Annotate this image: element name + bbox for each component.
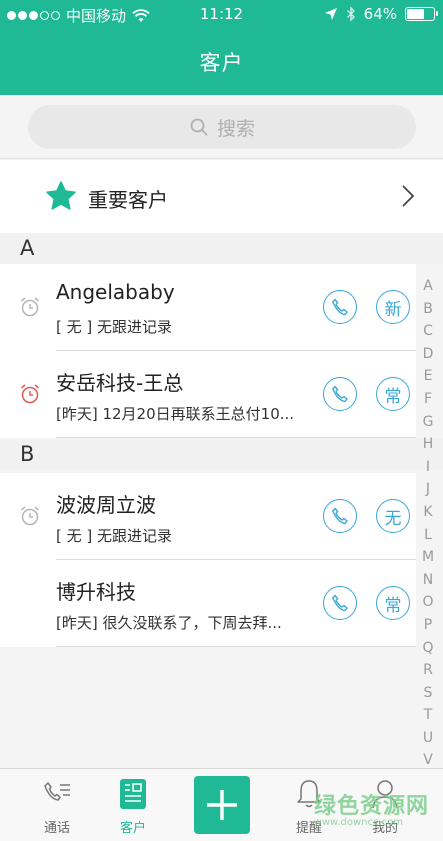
customer-name: 博升科技 [56,580,136,604]
phone-list-icon [44,782,70,801]
index-letter[interactable]: O [417,591,439,614]
status-right: 64% [324,5,438,23]
phone-icon [332,507,348,525]
index-letter[interactable]: E [417,365,439,388]
call-button[interactable] [323,499,357,533]
index-letter[interactable]: F [417,388,439,411]
index-letter[interactable]: R [417,659,439,682]
index-letter[interactable]: T [417,704,439,727]
alarm-clock-icon [21,384,39,404]
tab-label: 客户 [119,821,146,836]
section-header-b: B [0,439,443,470]
index-letter[interactable]: J [417,478,439,501]
search-icon [190,118,208,136]
search-placeholder: 搜索 [216,117,255,140]
plus-icon [207,790,237,820]
index-letter[interactable]: B [417,298,439,321]
page-title: 客户 [199,51,244,75]
add-customer-button[interactable] [194,776,250,834]
section-list-a: Angelababy [ 无 ] 无跟进记录 新 安岳科技-王总 [昨天] 12… [0,264,416,438]
customer-tag-button[interactable]: 常 [376,377,410,411]
index-letter[interactable]: G [417,411,439,434]
app-root: 中国移动 11:12 64% 客户 搜索 重要客户 A Angelababy [… [0,0,443,841]
customer-name: Angelababy [56,280,175,304]
phone-icon [332,594,348,612]
call-button[interactable] [323,586,357,620]
chevron-right-icon [402,185,415,207]
index-letter[interactable]: I [417,456,439,479]
battery-icon [405,7,438,21]
search-area: 搜索 [0,95,443,159]
tab-customers[interactable]: 客户 [98,769,168,841]
follow-up-note: [昨天] 12月20日再联系王总付10... [56,405,295,423]
index-letter[interactable]: K [417,501,439,524]
index-letter[interactable]: C [417,320,439,343]
index-letter[interactable]: L [417,524,439,547]
index-letter[interactable]: P [417,614,439,637]
customer-row[interactable]: 博升科技 [昨天] 很久没联系了，下周去拜... 常 [0,560,416,647]
alphabet-index[interactable]: A B C D E F G H I J K L M N O P Q R S T … [417,275,439,772]
customer-row[interactable]: 波波周立波 [ 无 ] 无跟进记录 无 [0,473,416,560]
important-customers-row[interactable]: 重要客户 [0,160,443,233]
alarm-clock-icon [21,297,39,317]
phone-icon [332,385,348,403]
index-letter[interactable]: H [417,433,439,456]
index-letter[interactable]: D [417,343,439,366]
important-customers-label: 重要客户 [88,188,168,212]
follow-up-note: [ 无 ] 无跟进记录 [56,318,173,336]
call-button[interactable] [323,377,357,411]
customer-tag-button[interactable]: 无 [376,499,410,533]
customer-row[interactable]: Angelababy [ 无 ] 无跟进记录 新 [0,264,416,351]
tab-label: 通话 [43,821,70,836]
phone-icon [332,298,348,316]
row-divider [56,437,416,438]
index-letter[interactable]: S [417,682,439,705]
customer-tag-button[interactable]: 新 [376,290,410,324]
follow-up-note: [ 无 ] 无跟进记录 [56,527,173,545]
index-letter[interactable]: M [417,546,439,569]
customer-name: 安岳科技-王总 [56,371,184,395]
location-arrow-icon [324,8,337,20]
customer-row[interactable]: 安岳科技-王总 [昨天] 12月20日再联系王总付10... 常 [0,351,416,438]
customer-tag-button[interactable]: 常 [376,586,410,620]
watermark-logo: 绿色资源网 [313,794,429,819]
customer-name: 波波周立波 [56,493,156,517]
app-header: 中国移动 11:12 64% 客户 [0,0,443,95]
section-list-b: 波波周立波 [ 无 ] 无跟进记录 无 博升科技 [昨天] 很久没联系了，下周去… [0,473,416,647]
follow-up-note: [昨天] 很久没联系了，下周去拜... [56,614,282,632]
customer-card-icon [120,779,146,809]
index-letter[interactable]: Q [417,637,439,660]
star-icon [46,181,76,210]
index-letter[interactable]: N [417,569,439,592]
row-divider [56,646,416,647]
battery-percent: 64% [363,5,397,23]
watermark-url: www.downcc.com [313,817,403,828]
search-input[interactable]: 搜索 [28,105,416,149]
call-button[interactable] [323,290,357,324]
index-letter[interactable]: U [417,727,439,750]
status-bar: 中国移动 11:12 64% [0,0,443,28]
index-letter[interactable]: A [417,275,439,298]
tab-calls[interactable]: 通话 [22,769,92,841]
alarm-clock-icon [21,506,39,526]
bluetooth-icon [346,6,355,22]
section-header-a: A [0,233,443,264]
